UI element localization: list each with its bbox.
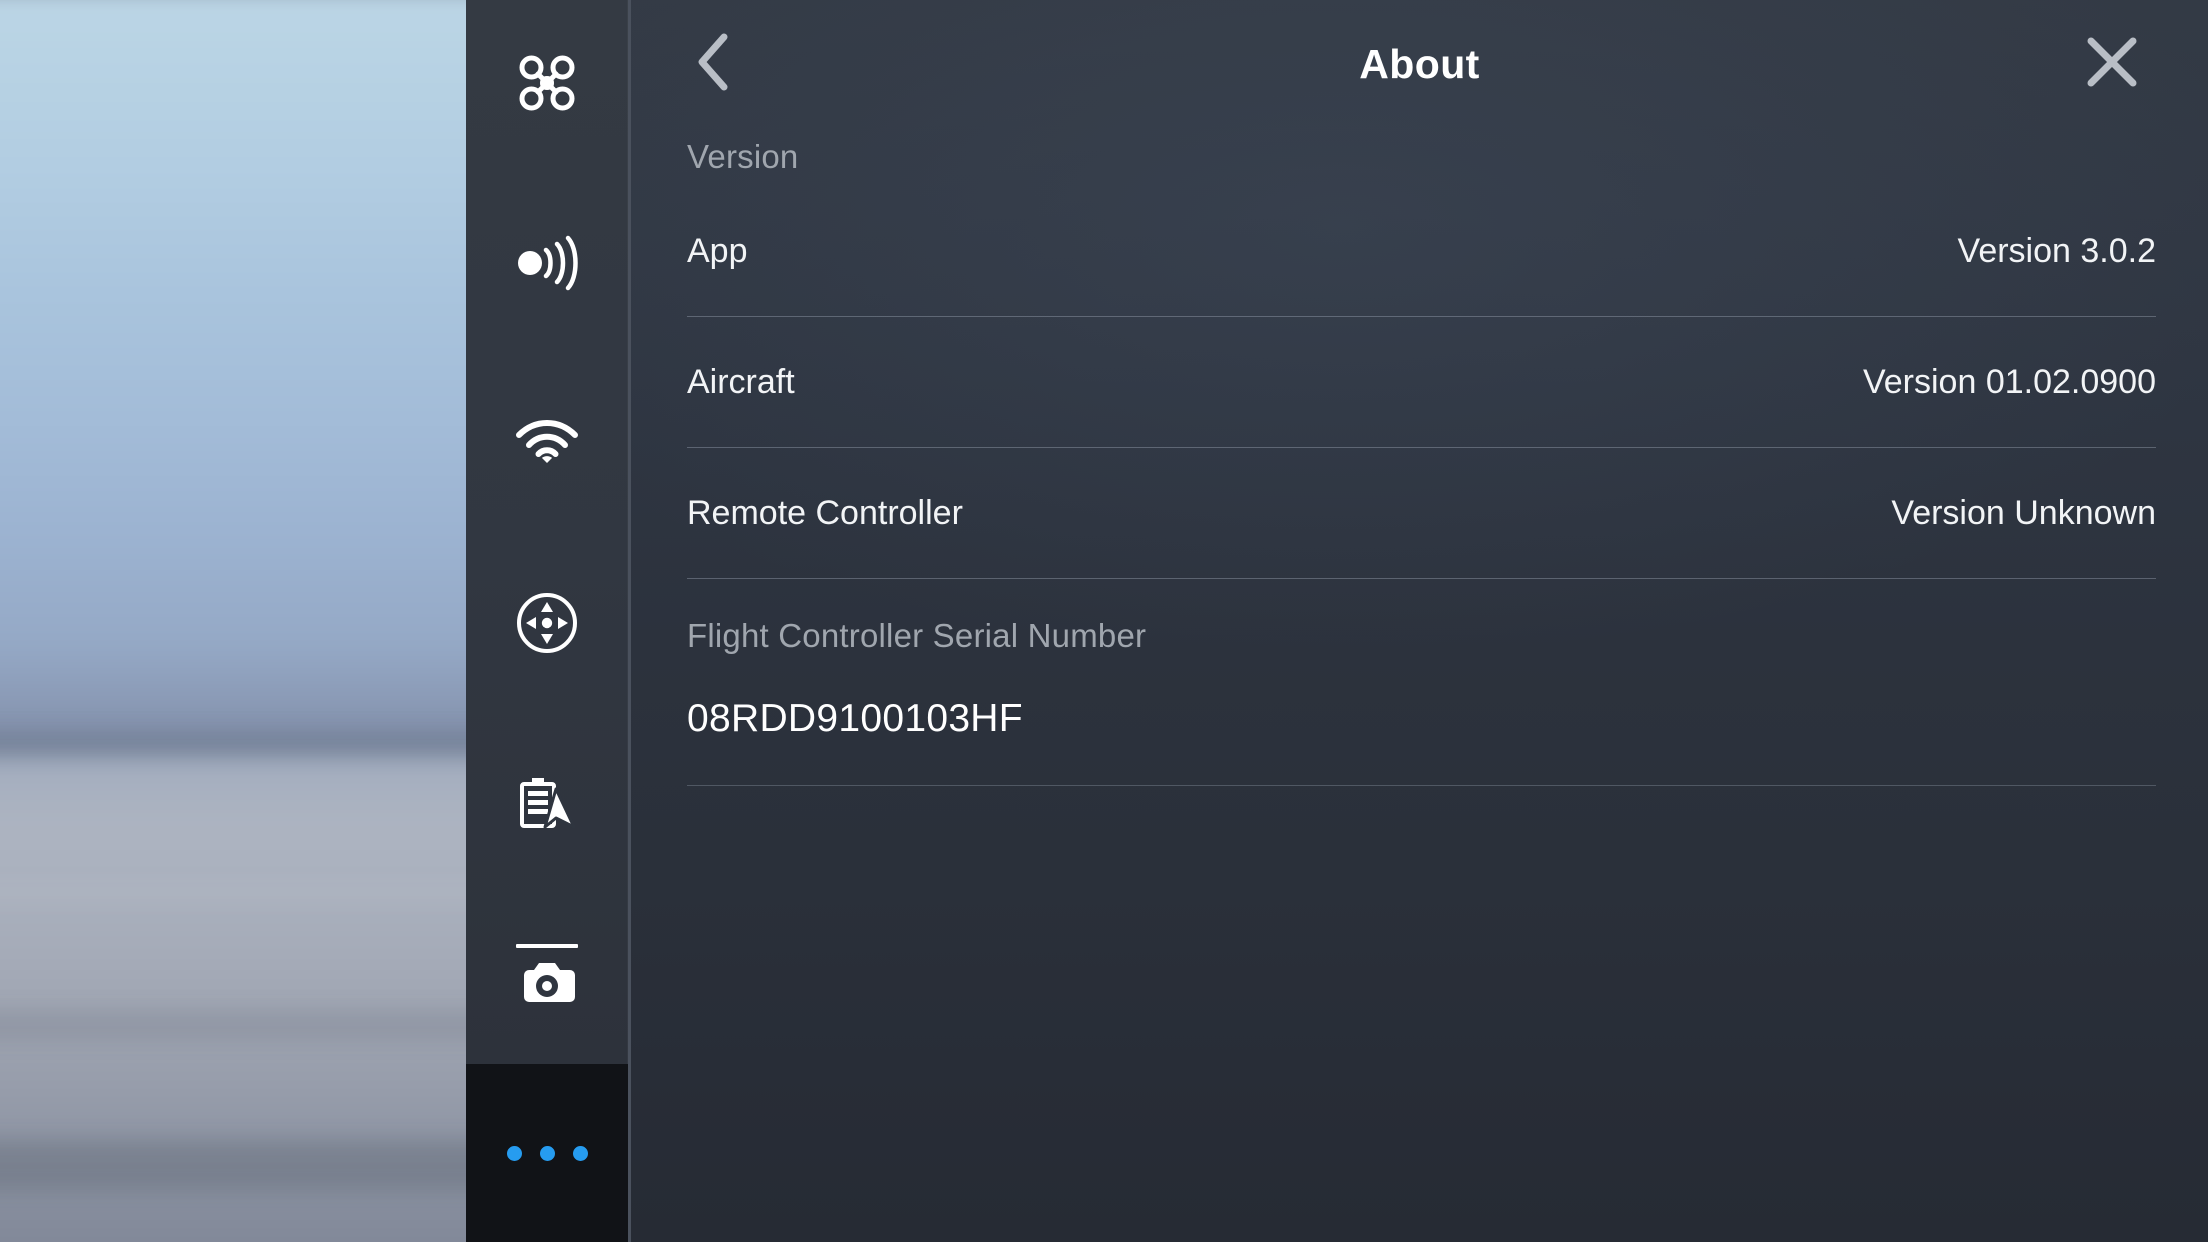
- version-section-label: Version: [687, 138, 799, 175]
- battery-nav-icon: [516, 775, 578, 831]
- serial-number-section: Flight Controller Serial Number 08RDD910…: [687, 579, 2156, 786]
- panel-header: About: [631, 0, 2208, 128]
- serial-number-label: Flight Controller Serial Number: [687, 617, 1147, 654]
- table-row[interactable]: Remote Controller Version Unknown: [687, 448, 2156, 579]
- feed-sky: [0, 0, 466, 770]
- sidebar-item-general[interactable]: [466, 924, 628, 1042]
- camera-feed: [0, 0, 466, 1242]
- row-value-remote-controller: Version Unknown: [1891, 493, 2156, 532]
- close-button[interactable]: [2068, 20, 2156, 108]
- row-value-app: Version 3.0.2: [1957, 231, 2156, 270]
- wifi-icon: [515, 419, 579, 467]
- row-value-aircraft: Version 01.02.0900: [1862, 362, 2156, 401]
- page-title: About: [1359, 41, 1480, 87]
- about-panel: About Version App Version 3.0.2 Aircraft…: [631, 0, 2208, 1242]
- feed-water-band-1: [0, 880, 466, 906]
- close-icon: [2086, 36, 2138, 93]
- serial-number-value: 08RDD9100103HF: [687, 655, 2156, 786]
- remote-signal-icon: [515, 235, 579, 291]
- row-label-remote-controller: Remote Controller: [687, 493, 963, 532]
- row-label-app: App: [687, 231, 748, 270]
- more-dots-icon: [506, 1145, 588, 1161]
- app-root: About Version App Version 3.0.2 Aircraft…: [0, 0, 2208, 1242]
- sidebar-item-remote-controller[interactable]: [466, 204, 628, 322]
- sidebar-item-battery[interactable]: [466, 744, 628, 862]
- drone-icon: [516, 52, 578, 114]
- settings-sidebar: [466, 0, 628, 1242]
- sidebar-item-image-transmission[interactable]: [466, 384, 628, 502]
- row-label-aircraft: Aircraft: [687, 362, 795, 401]
- feed-water-band-2: [0, 1010, 466, 1040]
- feed-water-band-3: [0, 1140, 466, 1190]
- camera-icon: [517, 960, 577, 1006]
- sidebar-item-gimbal[interactable]: [466, 564, 628, 682]
- sidebar-item-aircraft[interactable]: [466, 24, 628, 142]
- sidebar-item-more[interactable]: [466, 1064, 628, 1242]
- panel-body: Version App Version 3.0.2 Aircraft Versi…: [631, 128, 2208, 786]
- feed-horizon-band: [0, 735, 466, 751]
- table-row[interactable]: Aircraft Version 01.02.0900: [687, 317, 2156, 448]
- gimbal-icon: [516, 592, 578, 654]
- table-row[interactable]: App Version 3.0.2: [687, 186, 2156, 317]
